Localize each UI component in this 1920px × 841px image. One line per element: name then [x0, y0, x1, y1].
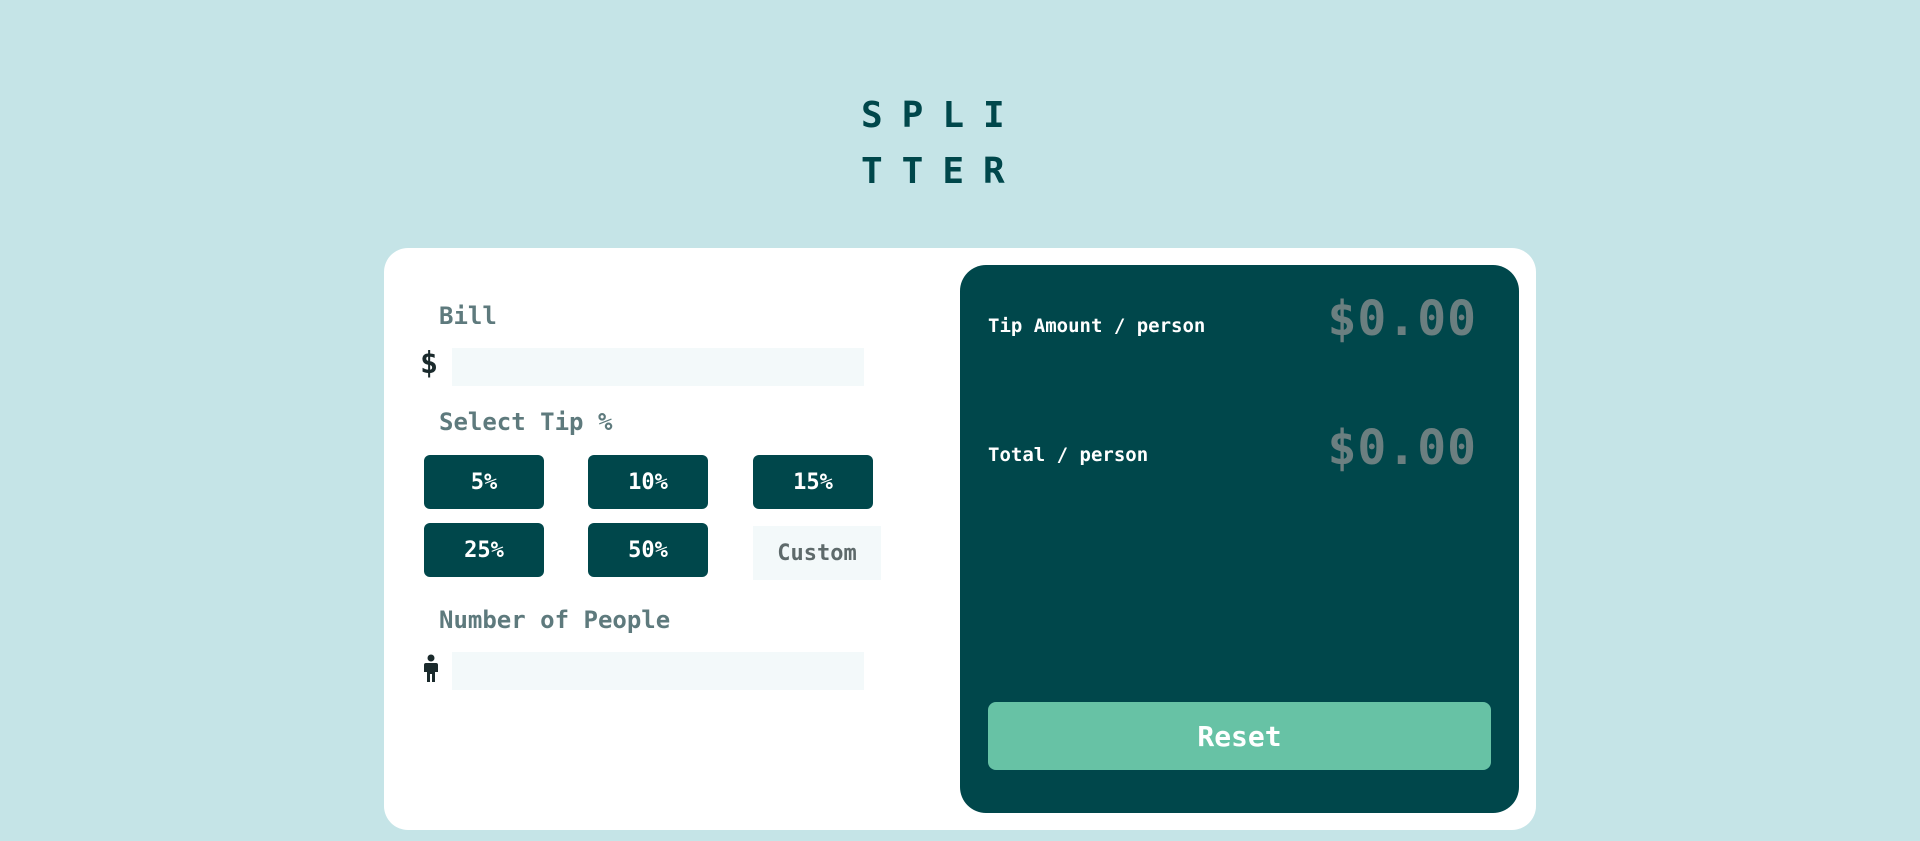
tip-15-button[interactable]: 15%	[753, 455, 873, 509]
total-label: Total / person	[988, 444, 1149, 466]
tip-10-button[interactable]: 10%	[588, 455, 708, 509]
bill-label: Bill	[439, 302, 497, 330]
custom-tip-input[interactable]	[753, 526, 881, 580]
people-input[interactable]	[452, 652, 864, 690]
reset-button[interactable]: Reset	[988, 702, 1491, 770]
dollar-icon: $	[420, 346, 439, 381]
person-icon	[422, 654, 440, 690]
calculator-card: Bill $ Select Tip % 5% 10% 15% 25% 50% N…	[384, 248, 1536, 830]
bill-input[interactable]	[452, 348, 864, 386]
results-panel: Tip Amount / person $0.00 Total / person…	[960, 265, 1519, 813]
app-logo: SPLI TTER	[861, 88, 1031, 200]
number-of-people-label: Number of People	[439, 606, 671, 634]
logo-line-2: TTER	[861, 151, 1024, 192]
tip-amount-label: Tip Amount / person	[988, 315, 1206, 337]
tip-5-button[interactable]: 5%	[424, 455, 544, 509]
tip-25-button[interactable]: 25%	[424, 523, 544, 577]
tip-amount-value: $0.00	[1327, 291, 1477, 347]
logo-line-1: SPLI	[861, 95, 1024, 136]
select-tip-label: Select Tip %	[439, 408, 613, 436]
tip-50-button[interactable]: 50%	[588, 523, 708, 577]
total-value: $0.00	[1327, 420, 1477, 476]
